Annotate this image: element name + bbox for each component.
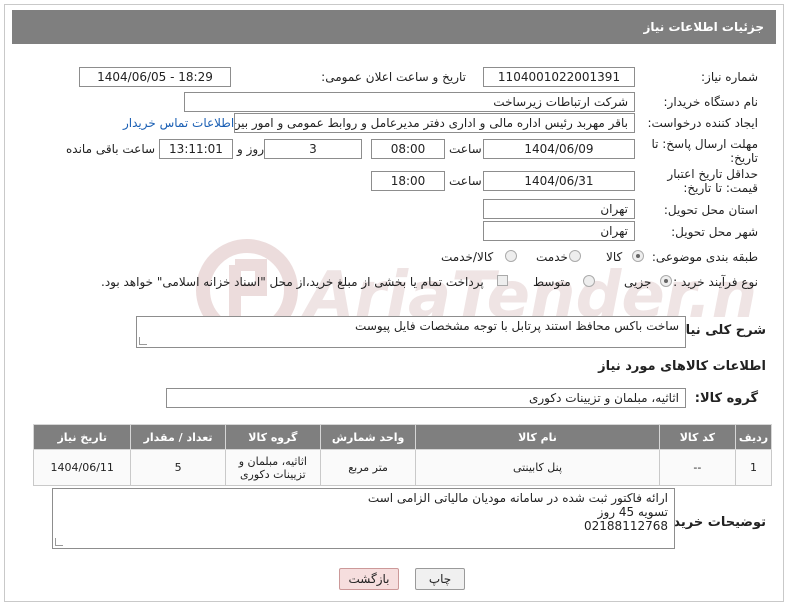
- city-field[interactable]: تهران: [483, 221, 635, 241]
- deadline-time-label: ساعت: [449, 142, 482, 156]
- goods-table: ردیف کد کالا نام کالا واحد شمارش گروه کا…: [32, 424, 772, 486]
- back-button[interactable]: بازگشت: [339, 568, 399, 590]
- description-text: ساخت باکس محافظ استند پرتابل با توجه مشخ…: [355, 319, 679, 333]
- province-field[interactable]: تهران: [483, 199, 635, 219]
- goods-group-label: گروه کالا:: [694, 391, 758, 406]
- process-option-minor: جزیی: [624, 275, 652, 289]
- announce-field[interactable]: 1404/06/05 - 18:29: [79, 67, 231, 87]
- need-number-label: شماره نیاز:: [701, 70, 758, 84]
- category-option-goods: کالا: [606, 250, 623, 264]
- goods-group-field[interactable]: اثاثیه، مبلمان و تزیینات دکوری: [166, 388, 686, 408]
- cell-row: 1: [735, 449, 772, 486]
- cell-group: اثاثیه، مبلمان و تزیینات دکوری: [224, 449, 321, 486]
- treasury-checkbox[interactable]: [497, 275, 508, 286]
- process-radio-medium[interactable]: [583, 275, 595, 287]
- category-option-service: خدمت: [536, 250, 568, 264]
- deadline-label: مهلت ارسال پاسخ: تا تاریخ:: [651, 137, 758, 165]
- goods-section-title: اطلاعات کالاهای مورد نیاز: [598, 359, 766, 374]
- requester-label: ایجاد کننده درخواست:: [647, 116, 758, 130]
- col-unit: واحد شمارش: [319, 424, 417, 450]
- buyer-notes-line-1: ارائه فاکتور ثبت شده در سامانه مودیان ما…: [367, 491, 668, 505]
- process-option-medium: متوسط: [533, 275, 571, 289]
- goods-table-header: ردیف کد کالا نام کالا واحد شمارش گروه کا…: [32, 424, 772, 450]
- need-number-field[interactable]: 1104001022001391: [483, 67, 635, 87]
- days-field[interactable]: 3: [264, 139, 362, 159]
- page-title: جزئیات اطلاعات نیاز: [12, 10, 776, 44]
- description-textarea[interactable]: ساخت باکس محافظ استند پرتابل با توجه مشخ…: [136, 316, 686, 348]
- price-validity-label: حداقل تاریخ اعتبار قیمت: تا تاریخ:: [667, 167, 758, 195]
- col-code: کد کالا: [658, 424, 737, 450]
- print-button[interactable]: چاپ: [415, 568, 465, 590]
- buyer-notes-line-3: 02188112768: [584, 519, 668, 533]
- days-label: روز و: [237, 142, 264, 156]
- remaining-time-field[interactable]: 13:11:01: [159, 139, 233, 159]
- price-validity-date-field[interactable]: 1404/06/31: [483, 171, 635, 191]
- category-radio-goods[interactable]: [632, 250, 644, 262]
- buyer-org-label: نام دستگاه خریدار:: [663, 95, 759, 109]
- cell-code: --: [658, 449, 737, 486]
- category-option-both: کالا/خدمت: [441, 250, 494, 264]
- category-label: طبقه بندی موضوعی:: [651, 250, 758, 264]
- remaining-label: ساعت باقی مانده: [66, 142, 156, 156]
- announce-label: تاریخ و ساعت اعلان عمومی:: [321, 70, 466, 84]
- col-row: ردیف: [735, 424, 772, 450]
- payment-note: پرداخت تمام یا بخشی از مبلغ خرید،از محل …: [101, 275, 484, 289]
- description-label: شرح کلی نیاز:: [672, 323, 766, 338]
- price-validity-time-label: ساعت: [449, 174, 482, 188]
- cell-qty: 5: [130, 449, 226, 486]
- deadline-date-field[interactable]: 1404/06/09: [483, 139, 635, 159]
- deadline-time-field[interactable]: 08:00: [371, 139, 445, 159]
- category-radio-both[interactable]: [505, 250, 517, 262]
- cell-unit: متر مربع: [319, 449, 417, 486]
- col-qty: تعداد / مقدار: [130, 424, 226, 450]
- col-name: نام کالا: [415, 424, 660, 450]
- province-label: استان محل تحویل:: [663, 203, 758, 217]
- buyer-org-field[interactable]: شرکت ارتباطات زیرساخت: [184, 92, 635, 112]
- price-validity-time-field[interactable]: 18:00: [371, 171, 445, 191]
- requester-field[interactable]: باقر مهربد رئیس اداره مالی و اداری دفتر …: [234, 113, 635, 133]
- cell-date: 1404/06/11: [32, 449, 132, 486]
- process-label: نوع فرآیند خرید :: [673, 275, 758, 289]
- col-date: تاریخ نیاز: [32, 424, 132, 450]
- col-group: گروه کالا: [224, 424, 321, 450]
- buyer-notes-line-2: تسویه 45 روز: [597, 505, 668, 519]
- buyer-contact-link[interactable]: اطلاعات تماس خریدار: [123, 116, 234, 130]
- process-radio-minor[interactable]: [660, 275, 672, 287]
- city-label: شهر محل تحویل:: [671, 225, 758, 239]
- resize-handle[interactable]: [55, 538, 63, 546]
- resize-handle[interactable]: [139, 337, 147, 345]
- buyer-notes-textarea[interactable]: ارائه فاکتور ثبت شده در سامانه مودیان ما…: [52, 488, 675, 549]
- table-row[interactable]: 1 -- پنل کابینتی متر مربع اثاثیه، مبلمان…: [32, 449, 772, 486]
- cell-name: پنل کابینتی: [415, 449, 660, 486]
- category-radio-service[interactable]: [569, 250, 581, 262]
